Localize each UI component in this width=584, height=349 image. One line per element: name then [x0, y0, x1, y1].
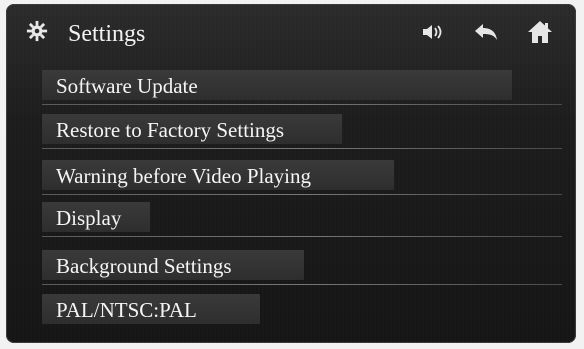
menu-item-label: Warning before Video Playing [56, 164, 312, 188]
menu-item-label: Restore to Factory Settings [56, 118, 285, 142]
divider [42, 236, 562, 237]
menu-item-label: Software Update [56, 74, 198, 98]
divider [42, 284, 562, 285]
menu-item-label: Background Settings [56, 254, 232, 278]
gear-icon [26, 20, 48, 42]
header-bar: Settings [6, 4, 576, 62]
divider [42, 194, 562, 195]
settings-menu: Software Update Restore to Factory Setti… [42, 70, 562, 332]
speaker-icon[interactable] [418, 18, 446, 46]
divider [42, 104, 562, 105]
menu-item-label: Display [56, 206, 122, 230]
home-icon[interactable] [526, 18, 554, 46]
page-title: Settings [68, 21, 146, 47]
menu-item-label: PAL/NTSC:PAL [56, 298, 197, 322]
settings-screen: Settings Software Update Restore to Fact… [6, 4, 576, 343]
divider [42, 148, 562, 149]
back-icon[interactable] [472, 18, 500, 46]
